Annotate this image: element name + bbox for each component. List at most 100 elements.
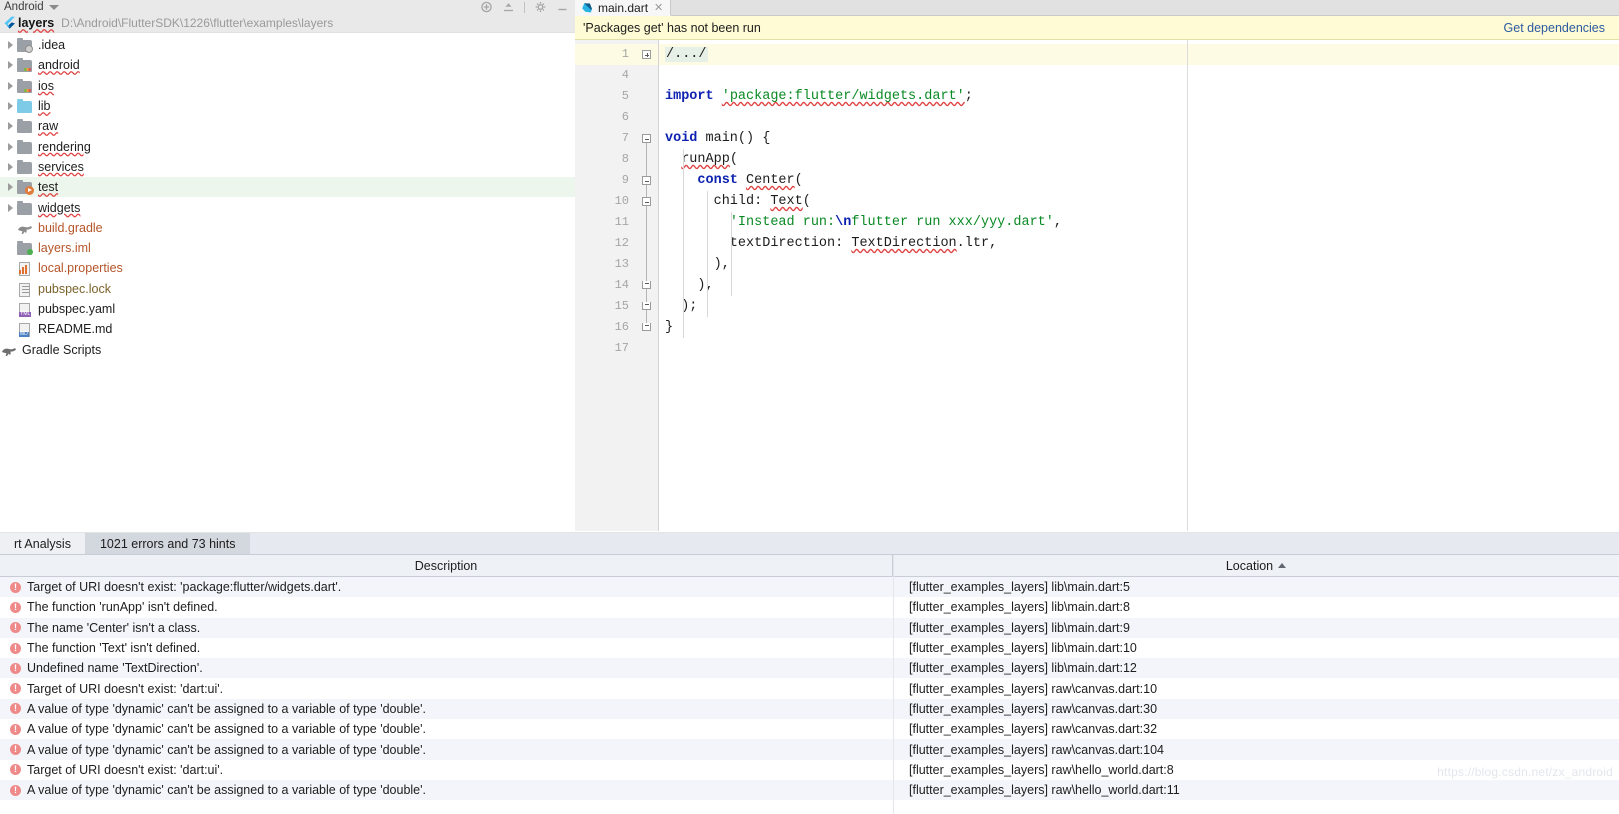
code-line[interactable]: } <box>665 317 673 338</box>
analysis-table-header: Description Location <box>0 555 1619 577</box>
tool-window-title[interactable]: Android <box>0 1 44 14</box>
ide-window: Android layers D:\Android\FlutterSDK\122… <box>0 0 1619 814</box>
fold-collapse-icon[interactable] <box>642 197 651 206</box>
analysis-row[interactable]: A value of type 'dynamic' can't be assig… <box>0 739 1619 760</box>
analysis-row[interactable]: The function 'Text' isn't defined. [flutt… <box>0 638 1619 658</box>
analysis-row[interactable]: The name 'Center' isn't a class. [flutter… <box>0 617 1619 638</box>
iml-file-icon <box>17 240 33 256</box>
tree-item-label: pubspec.lock <box>38 281 111 296</box>
tree-item-readme-md[interactable]: MD README.md <box>0 319 575 339</box>
tool-window-actions <box>480 1 575 14</box>
expand-arrow-icon[interactable] <box>4 122 17 131</box>
line-number-gutter: 1 4 5 6 7 8 9 10 11 12 13 14 15 16 17 <box>575 40 637 531</box>
expand-arrow-icon[interactable] <box>4 203 17 212</box>
settings-gear-icon[interactable] <box>534 1 547 13</box>
line-number: 14 <box>614 278 629 292</box>
folded-line-highlight <box>659 44 1619 65</box>
tree-item-label: Gradle Scripts <box>22 342 102 357</box>
expand-arrow-icon[interactable] <box>4 61 17 70</box>
tree-item-widgets[interactable]: widgets <box>0 197 575 217</box>
tree-item-build-gradle[interactable]: build.gradle <box>0 218 575 238</box>
tree-item-pubspec-yaml[interactable]: YML pubspec.yaml <box>0 299 575 319</box>
fold-end-icon[interactable] <box>642 281 651 289</box>
analysis-tabbar[interactable]: rt Analysis 1021 errors and 73 hints <box>0 533 1619 555</box>
analysis-row[interactable]: A value of type 'dynamic' can't be assig… <box>0 698 1619 720</box>
error-icon <box>10 642 21 654</box>
code-line[interactable]: ), <box>665 254 730 275</box>
collapse-all-icon[interactable] <box>502 1 515 13</box>
chevron-down-icon[interactable] <box>48 5 59 10</box>
column-header-description[interactable]: Description <box>0 555 893 576</box>
fold-collapse-icon[interactable] <box>642 134 651 143</box>
tree-item-layers-iml[interactable]: layers.iml <box>0 238 575 258</box>
tree-item-label: services <box>38 159 84 174</box>
analysis-row-location: [flutter_examples_layers] lib\main.dart:… <box>909 600 1130 615</box>
analysis-row-description-cell: Target of URI doesn't exist: 'dart:ui'. <box>0 763 893 777</box>
project-name[interactable]: layers <box>18 16 54 30</box>
line-number: 13 <box>614 257 629 271</box>
code-line[interactable]: import 'package:flutter/widgets.dart'; <box>665 86 973 107</box>
analysis-row-description-cell: A value of type 'dynamic' can't be assig… <box>0 702 893 716</box>
code-editor[interactable]: 1 4 5 6 7 8 9 10 11 12 13 14 15 16 17 /.../import 'pac… <box>575 40 1619 531</box>
tree-item-label: rendering <box>38 139 91 154</box>
code-line[interactable]: runApp( <box>665 149 738 170</box>
analysis-row-description-cell: A value of type 'dynamic' can't be assig… <box>0 722 893 736</box>
fold-expand-icon[interactable] <box>642 50 651 59</box>
analysis-row-description: The function 'runApp' isn't defined. <box>27 600 218 615</box>
tree-item--idea[interactable]: .idea <box>0 35 575 55</box>
expand-arrow-icon[interactable] <box>4 102 17 111</box>
get-dependencies-link[interactable]: Get dependencies <box>1504 21 1605 35</box>
code-line[interactable]: /.../ <box>665 44 708 65</box>
lock-file-icon <box>17 281 33 297</box>
tree-item-test[interactable]: test <box>0 177 575 198</box>
analysis-row[interactable]: A value of type 'dynamic' can't be assig… <box>0 719 1619 739</box>
line-number: 16 <box>614 320 629 334</box>
expand-arrow-icon[interactable] <box>4 183 17 192</box>
line-number: 9 <box>621 173 629 187</box>
close-icon[interactable]: ✕ <box>654 1 663 14</box>
code-line[interactable]: child: Text( <box>665 191 811 212</box>
tree-item-raw[interactable]: raw <box>0 116 575 136</box>
expand-arrow-icon[interactable] <box>4 81 17 90</box>
target-icon[interactable] <box>480 1 493 13</box>
analysis-row[interactable]: Target of URI doesn't exist: 'dart:ui'. [… <box>0 760 1619 780</box>
fold-end-icon[interactable] <box>642 302 651 310</box>
tree-item-android[interactable]: android <box>0 55 575 75</box>
analysis-row[interactable]: The function 'runApp' isn't defined. [flu… <box>0 597 1619 617</box>
analysis-tab-dart-analysis[interactable]: rt Analysis <box>0 533 86 554</box>
tree-item-services[interactable]: services <box>0 157 575 177</box>
tree-item-ios[interactable]: ios <box>0 76 575 96</box>
code-line[interactable]: textDirection: TextDirection.ltr, <box>665 233 997 254</box>
tree-item-rendering[interactable]: rendering <box>0 136 575 156</box>
code-text-region[interactable]: /.../ import 'package:flutter/widgets.dar… <box>659 40 1619 531</box>
column-header-location[interactable]: Location <box>893 555 1619 576</box>
analysis-row[interactable]: A value of type 'dynamic' can't be assig… <box>0 779 1619 801</box>
editor-tab-main-dart[interactable]: main.dart ✕ <box>575 0 672 16</box>
code-line[interactable]: 'Instead run:\nflutter run xxx/yyy.dart'… <box>665 212 1062 233</box>
code-folding-gutter[interactable] <box>637 40 659 531</box>
expand-arrow-icon[interactable] <box>4 162 17 171</box>
analysis-tab-errors-hints[interactable]: 1021 errors and 73 hints <box>85 533 251 554</box>
analysis-row[interactable]: Target of URI doesn't exist: 'dart:ui'. [… <box>0 678 1619 698</box>
tree-item-gradle-scripts[interactable]: Gradle Scripts <box>0 339 575 359</box>
tree-item-label: build.gradle <box>38 220 103 235</box>
code-line[interactable]: void main() { <box>665 128 770 149</box>
fold-collapse-icon[interactable] <box>642 176 651 185</box>
fold-end-icon[interactable] <box>642 323 651 331</box>
error-icon <box>10 763 21 776</box>
editor-tabbar[interactable]: main.dart ✕ <box>575 0 1619 16</box>
error-icon <box>10 743 21 756</box>
tree-item-pubspec-lock[interactable]: pubspec.lock <box>0 279 575 299</box>
analysis-row-description: Target of URI doesn't exist: 'dart:ui'. <box>27 681 224 696</box>
code-line[interactable]: ); <box>665 296 697 317</box>
analysis-row[interactable]: Undefined name 'TextDirection'. [flutter_… <box>0 658 1619 679</box>
code-line[interactable]: const Center( <box>665 170 802 191</box>
project-tree[interactable]: .idea android ios lib raw rendering services te… <box>0 33 575 360</box>
analysis-row[interactable]: Target of URI doesn't exist: 'package:fl… <box>0 577 1619 598</box>
hide-window-icon[interactable] <box>556 1 569 13</box>
expand-arrow-icon[interactable] <box>4 142 17 151</box>
analysis-rows[interactable]: Target of URI doesn't exist: 'package:fl… <box>0 577 1619 801</box>
tree-item-lib[interactable]: lib <box>0 96 575 116</box>
tree-item-local-properties[interactable]: local.properties <box>0 258 575 278</box>
expand-arrow-icon[interactable] <box>4 41 17 50</box>
